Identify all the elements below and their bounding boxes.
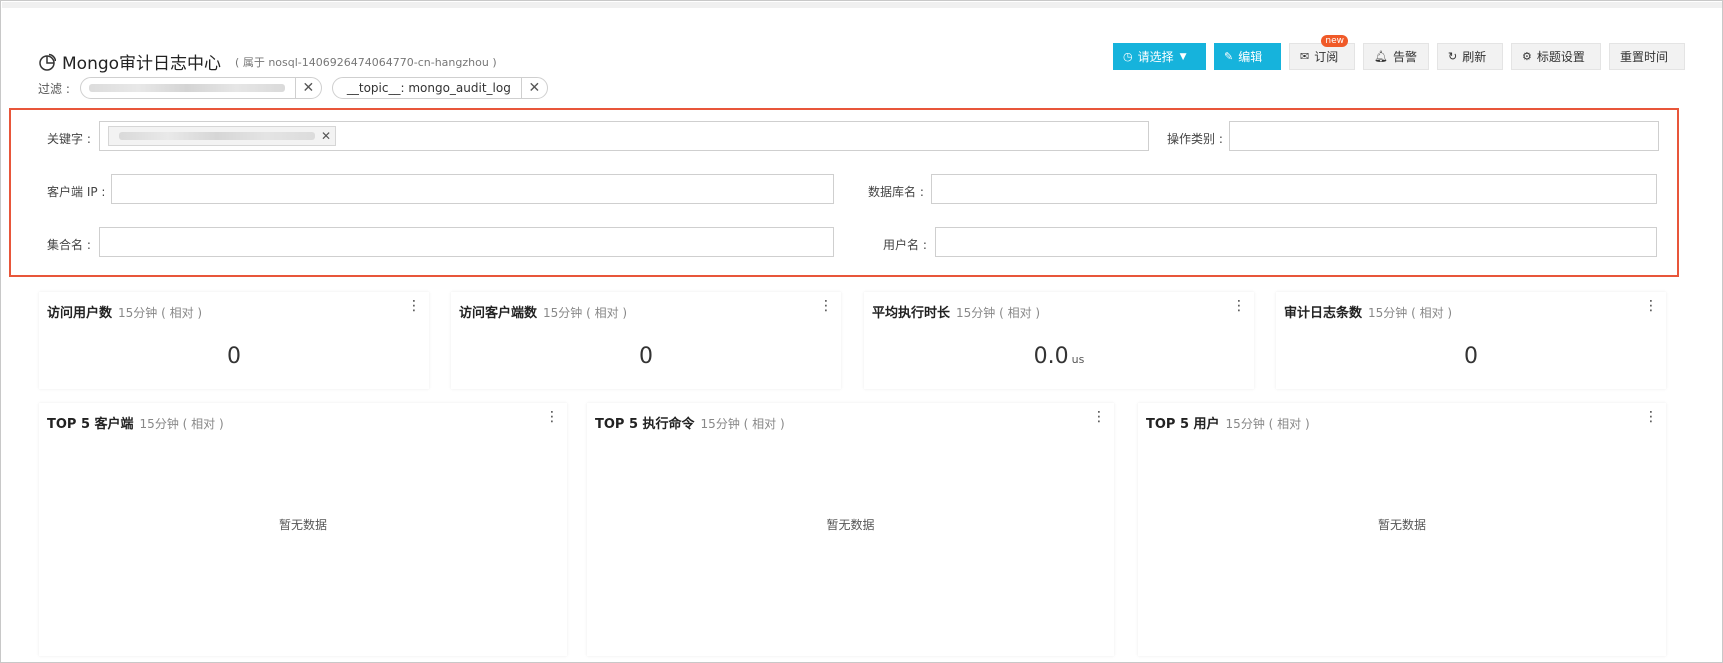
filter-row: 过滤 : ✕ __topic__: mongo_audit_log ✕: [38, 77, 558, 99]
bell-icon: 🔔︎: [1374, 50, 1388, 63]
more-vertical-icon[interactable]: ⋮: [819, 299, 833, 313]
search-panel: 关键字 : ✕ 操作类别 : 客户端 IP : 数据库名 : 集合名 : 用户名…: [9, 108, 1679, 277]
keyword-tag[interactable]: ✕: [108, 126, 336, 146]
metric-unit: us: [1071, 353, 1085, 366]
subscribe-button[interactable]: ✉ 订阅 new: [1289, 35, 1355, 70]
top5-users-chart: TOP 5 用户 15分钟 ( 相对 ) ⋮ 暂无数据: [1138, 403, 1666, 656]
client-ip-input[interactable]: [111, 174, 834, 204]
page-subtitle: ( 属于 nosql-1406926474064770-cn-hangzhou …: [235, 55, 497, 69]
client-ip-label: 客户端 IP :: [47, 185, 106, 199]
toolbar: ◷ 请选择 ▼ ✎ 编辑 ✉ 订阅 new 🔔︎ 告警 ↻ 刷新 ⚙ 标题设置 …: [1113, 35, 1685, 70]
redacted-text: [119, 132, 315, 140]
title-settings-label: 标题设置: [1536, 50, 1585, 64]
db-name-label: 数据库名 :: [868, 185, 924, 199]
close-icon[interactable]: ✕: [520, 78, 547, 98]
empty-state: 暂无数据: [278, 518, 327, 532]
more-vertical-icon[interactable]: ⋮: [407, 299, 421, 313]
card-title: TOP 5 客户端 15分钟 ( 相对 ): [47, 417, 224, 432]
metric-value: 0: [1464, 344, 1478, 369]
metric-card-clients: 访问客户端数 15分钟 ( 相对 ) ⋮ 0: [451, 292, 841, 389]
reset-time-label: 重置时间: [1620, 50, 1669, 64]
metric-value: 0: [639, 344, 653, 369]
empty-state: 暂无数据: [826, 518, 875, 532]
empty-state: 暂无数据: [1377, 518, 1426, 532]
subscribe-label: 订阅: [1314, 50, 1339, 64]
filter-chip-redacted[interactable]: ✕: [79, 77, 322, 99]
metric-card-avg-time: 平均执行时长 15分钟 ( 相对 ) ⋮ 0.0 us: [864, 292, 1254, 389]
reset-time-button[interactable]: 重置时间: [1609, 43, 1685, 70]
dashboard-frame: Mongo审计日志中心 ( 属于 nosql-1406926474064770-…: [0, 0, 1723, 663]
top5-commands-chart: TOP 5 执行命令 15分钟 ( 相对 ) ⋮ 暂无数据: [587, 403, 1114, 656]
card-range: 15分钟 ( 相对 ): [1225, 417, 1310, 431]
gear-icon: ⚙: [1522, 50, 1532, 63]
more-vertical-icon[interactable]: ⋮: [1644, 410, 1658, 424]
db-name-input[interactable]: [931, 174, 1657, 204]
title-row: Mongo审计日志中心 ( 属于 nosql-1406926474064770-…: [38, 49, 497, 74]
more-vertical-icon[interactable]: ⋮: [1644, 299, 1658, 313]
metric-value: 0.0 us: [1033, 344, 1085, 369]
user-input[interactable]: [935, 227, 1657, 257]
top-strip: [2, 2, 1722, 8]
mail-icon: ✉: [1300, 50, 1310, 63]
op-type-label: 操作类别 :: [1167, 132, 1223, 146]
collection-label: 集合名 :: [47, 238, 91, 252]
close-icon[interactable]: ✕: [294, 78, 321, 98]
filter-chip-text: __topic__: mongo_audit_log: [346, 81, 511, 95]
redacted-text: [88, 84, 285, 92]
card-title: 访问用户数 15分钟 ( 相对 ): [47, 306, 203, 321]
card-range: 15分钟 ( 相对 ): [543, 306, 628, 320]
alert-button[interactable]: 🔔︎ 告警: [1363, 43, 1429, 70]
card-title: TOP 5 执行命令 15分钟 ( 相对 ): [595, 417, 785, 432]
title-settings-button[interactable]: ⚙ 标题设置: [1511, 43, 1601, 70]
select-label: 请选择: [1137, 50, 1174, 64]
card-title: 审计日志条数 15分钟 ( 相对 ): [1284, 306, 1453, 321]
pie-chart-icon: [39, 53, 56, 71]
card-range: 15分钟 ( 相对 ): [139, 417, 224, 431]
clock-icon: ◷: [1123, 50, 1133, 63]
metric-card-log-count: 审计日志条数 15分钟 ( 相对 ) ⋮ 0: [1276, 292, 1666, 389]
more-vertical-icon[interactable]: ⋮: [1092, 410, 1106, 424]
card-range: 15分钟 ( 相对 ): [118, 306, 203, 320]
more-vertical-icon[interactable]: ⋮: [545, 410, 559, 424]
metric-value: 0: [227, 344, 241, 369]
alert-label: 告警: [1392, 50, 1417, 64]
select-dropdown-button[interactable]: ◷ 请选择 ▼: [1113, 43, 1206, 70]
more-vertical-icon[interactable]: ⋮: [1232, 299, 1246, 313]
close-icon[interactable]: ✕: [321, 129, 331, 143]
refresh-button[interactable]: ↻ 刷新: [1437, 43, 1503, 70]
new-badge: new: [1321, 35, 1348, 47]
top5-clients-chart: TOP 5 客户端 15分钟 ( 相对 ) ⋮ 暂无数据: [39, 403, 567, 656]
user-label: 用户名 :: [883, 238, 927, 252]
card-title: TOP 5 用户 15分钟 ( 相对 ): [1146, 417, 1310, 432]
edit-button[interactable]: ✎ 编辑: [1214, 43, 1281, 70]
card-range: 15分钟 ( 相对 ): [1368, 306, 1453, 320]
pencil-icon: ✎: [1224, 50, 1234, 63]
page-title: Mongo审计日志中心: [62, 54, 222, 74]
card-range: 15分钟 ( 相对 ): [700, 417, 785, 431]
op-type-input[interactable]: [1229, 121, 1659, 151]
keyword-label: 关键字 :: [47, 132, 91, 146]
filter-chip-topic[interactable]: __topic__: mongo_audit_log ✕: [331, 77, 548, 99]
collection-input[interactable]: [99, 227, 834, 257]
refresh-icon: ↻: [1448, 50, 1458, 63]
filter-label: 过滤 :: [38, 81, 70, 96]
refresh-label: 刷新: [1462, 50, 1487, 64]
card-title: 访问客户端数 15分钟 ( 相对 ): [459, 306, 628, 321]
metric-card-users: 访问用户数 15分钟 ( 相对 ) ⋮ 0: [39, 292, 429, 389]
caret-down-icon: ▼: [1179, 51, 1187, 62]
card-range: 15分钟 ( 相对 ): [956, 306, 1041, 320]
card-title: 平均执行时长 15分钟 ( 相对 ): [872, 306, 1041, 321]
keyword-input[interactable]: ✕: [99, 121, 1149, 151]
edit-label: 编辑: [1238, 50, 1263, 64]
